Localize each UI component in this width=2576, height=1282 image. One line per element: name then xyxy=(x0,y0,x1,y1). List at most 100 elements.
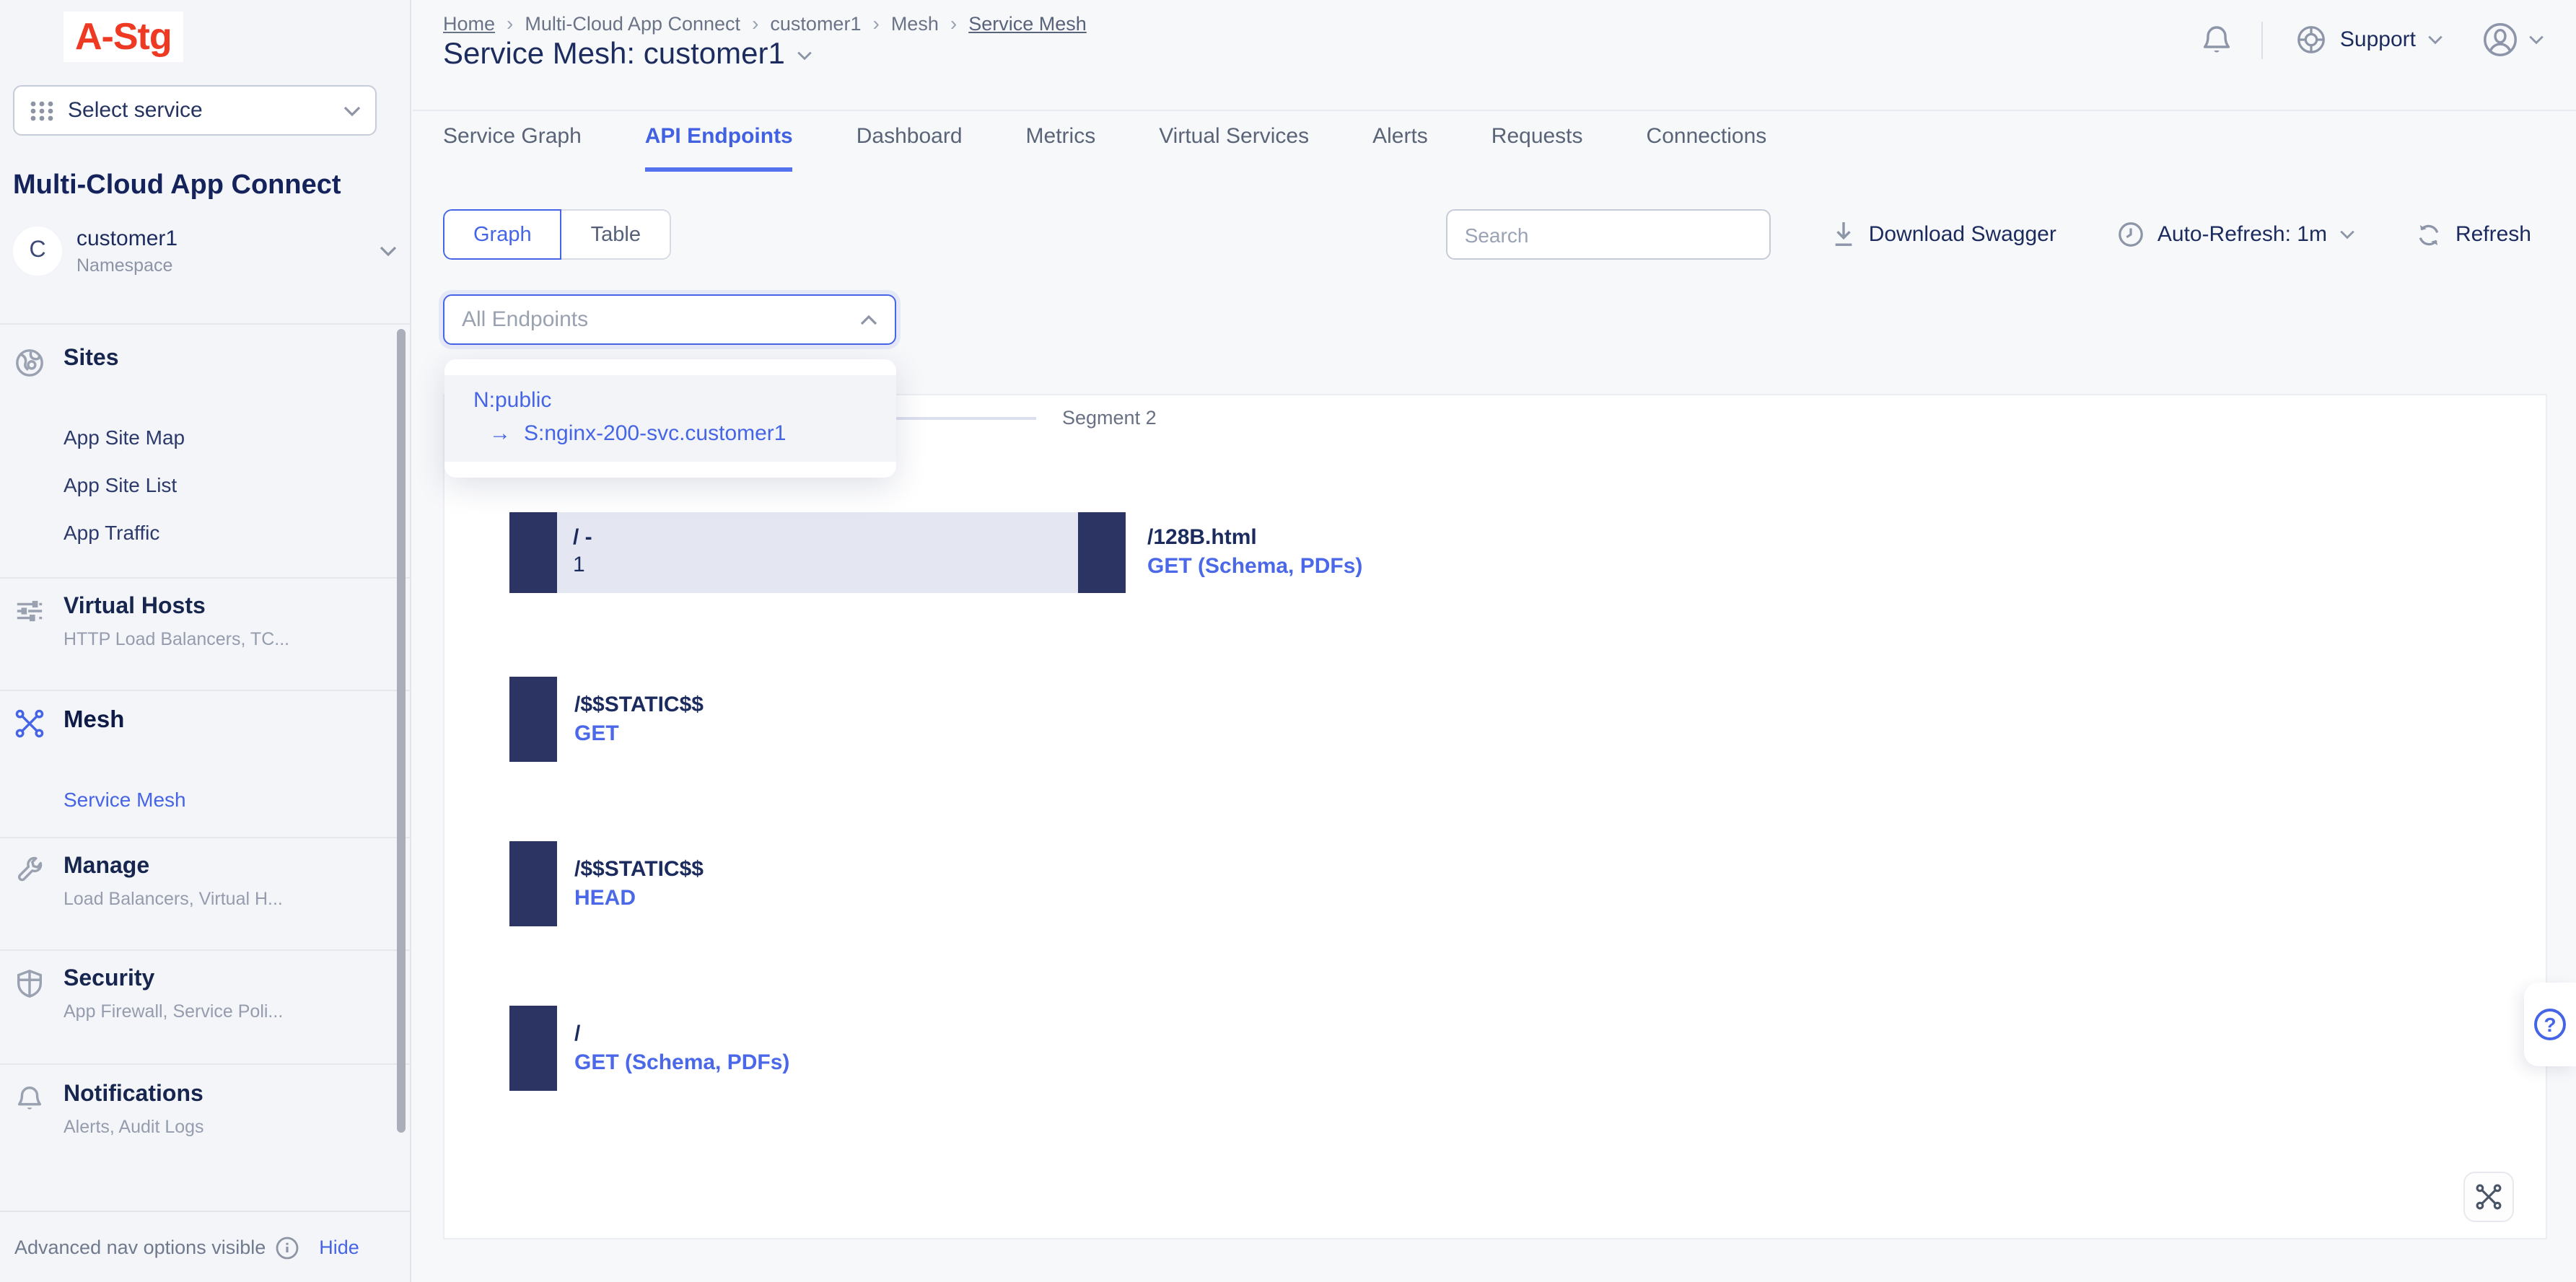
hide-advanced-nav-link[interactable]: Hide xyxy=(319,1237,359,1258)
sidebar-section-notifications: Notifications Alerts, Audit Logs xyxy=(0,1082,410,1137)
sidebar-section-label: Mesh xyxy=(63,707,124,734)
endpoints-filter-placeholder: All Endpoints xyxy=(462,307,860,332)
sidebar-item-security[interactable]: Security App Firewall, Service Poli... xyxy=(0,967,410,1022)
fit-view-icon xyxy=(2475,1183,2502,1211)
endpoint-methods-link[interactable]: GET (Schema, PDFs) xyxy=(1147,554,1362,579)
sidebar-section-label: Virtual Hosts xyxy=(63,594,289,620)
load-balancer-icon xyxy=(14,596,46,626)
divider xyxy=(0,949,411,951)
graph-node[interactable] xyxy=(509,841,557,926)
tab-requests[interactable]: Requests xyxy=(1491,124,1583,172)
chevron-down-icon xyxy=(343,105,361,116)
search-input[interactable] xyxy=(1446,209,1771,260)
download-swagger-button[interactable]: Download Swagger xyxy=(1831,221,2056,248)
edge-count-label: 1 xyxy=(573,553,585,577)
account-menu[interactable] xyxy=(2481,20,2544,59)
divider xyxy=(0,1063,411,1065)
bell-icon xyxy=(14,1084,46,1114)
refresh-label: Refresh xyxy=(2455,222,2531,247)
breadcrumb-home[interactable]: Home xyxy=(443,12,495,34)
chevron-down-icon xyxy=(380,245,397,257)
auto-refresh-dropdown[interactable]: Auto-Refresh: 1m xyxy=(2117,221,2356,248)
endpoint-methods-link[interactable]: HEAD xyxy=(574,886,704,910)
tab-dashboard[interactable]: Dashboard xyxy=(857,124,963,172)
chevron-down-icon xyxy=(2427,35,2443,45)
namespace-type: Namespace xyxy=(76,255,380,276)
endpoint-methods-link[interactable]: GET xyxy=(574,721,704,746)
edge-path-label: / - xyxy=(573,525,592,550)
tab-metrics[interactable]: Metrics xyxy=(1026,124,1096,172)
page-title: Service Mesh: customer1 xyxy=(443,38,785,72)
sidebar-item-sites[interactable]: Sites xyxy=(0,346,410,378)
sidebar-item-virtual-hosts[interactable]: Virtual Hosts HTTP Load Balancers, TC... xyxy=(0,594,410,649)
notifications-bell-icon[interactable] xyxy=(2202,22,2233,57)
api-endpoints-graph-canvas: Segment 2 / - 1 /128B.html GET (Schema, … xyxy=(443,394,2547,1239)
breadcrumb-mesh[interactable]: Mesh xyxy=(891,12,939,34)
header-right: Support xyxy=(2202,20,2544,59)
divider xyxy=(0,837,411,838)
help-panel-tab[interactable]: ? xyxy=(2524,983,2576,1066)
breadcrumb: Home › Multi-Cloud App Connect › custome… xyxy=(443,12,1087,35)
sidebar-item-app-traffic[interactable]: App Traffic xyxy=(63,521,410,544)
endpoint-path: /$$STATIC$$ xyxy=(574,857,704,882)
sidebar-section-subtitle: HTTP Load Balancers, TC... xyxy=(63,629,289,649)
sidebar-section-subtitle: Load Balancers, Virtual H... xyxy=(63,889,283,909)
advanced-nav-text: Advanced nav options visible xyxy=(14,1237,266,1258)
info-icon xyxy=(276,1236,299,1259)
mesh-icon xyxy=(14,708,46,739)
globe-icon xyxy=(14,348,46,378)
breadcrumb-namespace[interactable]: customer1 xyxy=(770,12,861,34)
breadcrumb-separator: › xyxy=(950,12,957,35)
refresh-icon xyxy=(2417,221,2443,247)
tab-alerts[interactable]: Alerts xyxy=(1372,124,1428,172)
product-title: Multi-Cloud App Connect xyxy=(13,170,341,202)
endpoint-option[interactable]: N:public → S:nginx-200-svc.customer1 xyxy=(444,375,896,462)
sidebar-item-service-mesh[interactable]: Service Mesh xyxy=(63,788,410,811)
endpoints-dropdown-panel: N:public → S:nginx-200-svc.customer1 xyxy=(444,359,896,478)
breadcrumb-separator: › xyxy=(507,12,513,35)
tab-connections[interactable]: Connections xyxy=(1647,124,1767,172)
top-header: Home › Multi-Cloud App Connect › custome… xyxy=(413,0,2576,111)
sidebar-section-subtitle: Alerts, Audit Logs xyxy=(63,1117,204,1137)
graph-node[interactable] xyxy=(509,512,557,593)
shield-icon xyxy=(14,968,46,998)
graph-node[interactable] xyxy=(509,677,557,762)
table-view-button[interactable]: Table xyxy=(562,209,671,260)
sidebar-item-app-site-list[interactable]: App Site List xyxy=(63,473,410,496)
tab-api-endpoints[interactable]: API Endpoints xyxy=(645,124,793,172)
tab-virtual-services[interactable]: Virtual Services xyxy=(1159,124,1309,172)
fit-view-button[interactable] xyxy=(2463,1172,2514,1222)
namespace-selector[interactable]: C customer1 Namespace xyxy=(13,219,397,283)
breadcrumb-product[interactable]: Multi-Cloud App Connect xyxy=(525,12,740,34)
breadcrumb-service-mesh[interactable]: Service Mesh xyxy=(968,12,1087,34)
select-service-dropdown[interactable]: Select service xyxy=(13,85,377,136)
endpoint-path: /$$STATIC$$ xyxy=(574,693,704,717)
endpoints-filter-select[interactable]: All Endpoints xyxy=(443,294,896,345)
wrench-icon xyxy=(14,856,46,886)
graph-edge-band[interactable] xyxy=(557,512,1078,593)
sidebar-item-mesh[interactable]: Mesh xyxy=(0,707,410,739)
sidebar-section-label: Security xyxy=(63,967,283,993)
sidebar-item-manage[interactable]: Manage Load Balancers, Virtual H... xyxy=(0,854,410,909)
tab-service-graph[interactable]: Service Graph xyxy=(443,124,582,172)
endpoint-service: S:nginx-200-svc.customer1 xyxy=(524,421,787,446)
sidebar-section-label: Manage xyxy=(63,854,283,880)
chevron-down-icon[interactable] xyxy=(797,50,812,60)
arrow-right-icon: → xyxy=(489,421,511,446)
sidebar-section-virtual-hosts: Virtual Hosts HTTP Load Balancers, TC... xyxy=(0,594,410,649)
graph-node[interactable] xyxy=(1078,512,1126,593)
sidebar-scrollbar[interactable] xyxy=(397,329,406,1133)
sidebar-section-manage: Manage Load Balancers, Virtual H... xyxy=(0,854,410,909)
endpoint-methods-link[interactable]: GET (Schema, PDFs) xyxy=(574,1050,789,1075)
sidebar-item-notifications[interactable]: Notifications Alerts, Audit Logs xyxy=(0,1082,410,1137)
sidebar-section-mesh: Mesh Service Mesh xyxy=(0,707,410,811)
sidebar-item-app-site-map[interactable]: App Site Map xyxy=(63,426,410,449)
support-menu[interactable]: Support xyxy=(2295,23,2443,56)
page-tabs: Service Graph API Endpoints Dashboard Me… xyxy=(443,124,1766,172)
refresh-button[interactable]: Refresh xyxy=(2417,221,2531,247)
brand-logo: A-Stg xyxy=(63,12,183,62)
graph-view-button[interactable]: Graph xyxy=(443,209,562,260)
graph-node[interactable] xyxy=(509,1006,557,1091)
divider xyxy=(0,577,411,579)
auto-refresh-label: Auto-Refresh: 1m xyxy=(2157,222,2327,247)
